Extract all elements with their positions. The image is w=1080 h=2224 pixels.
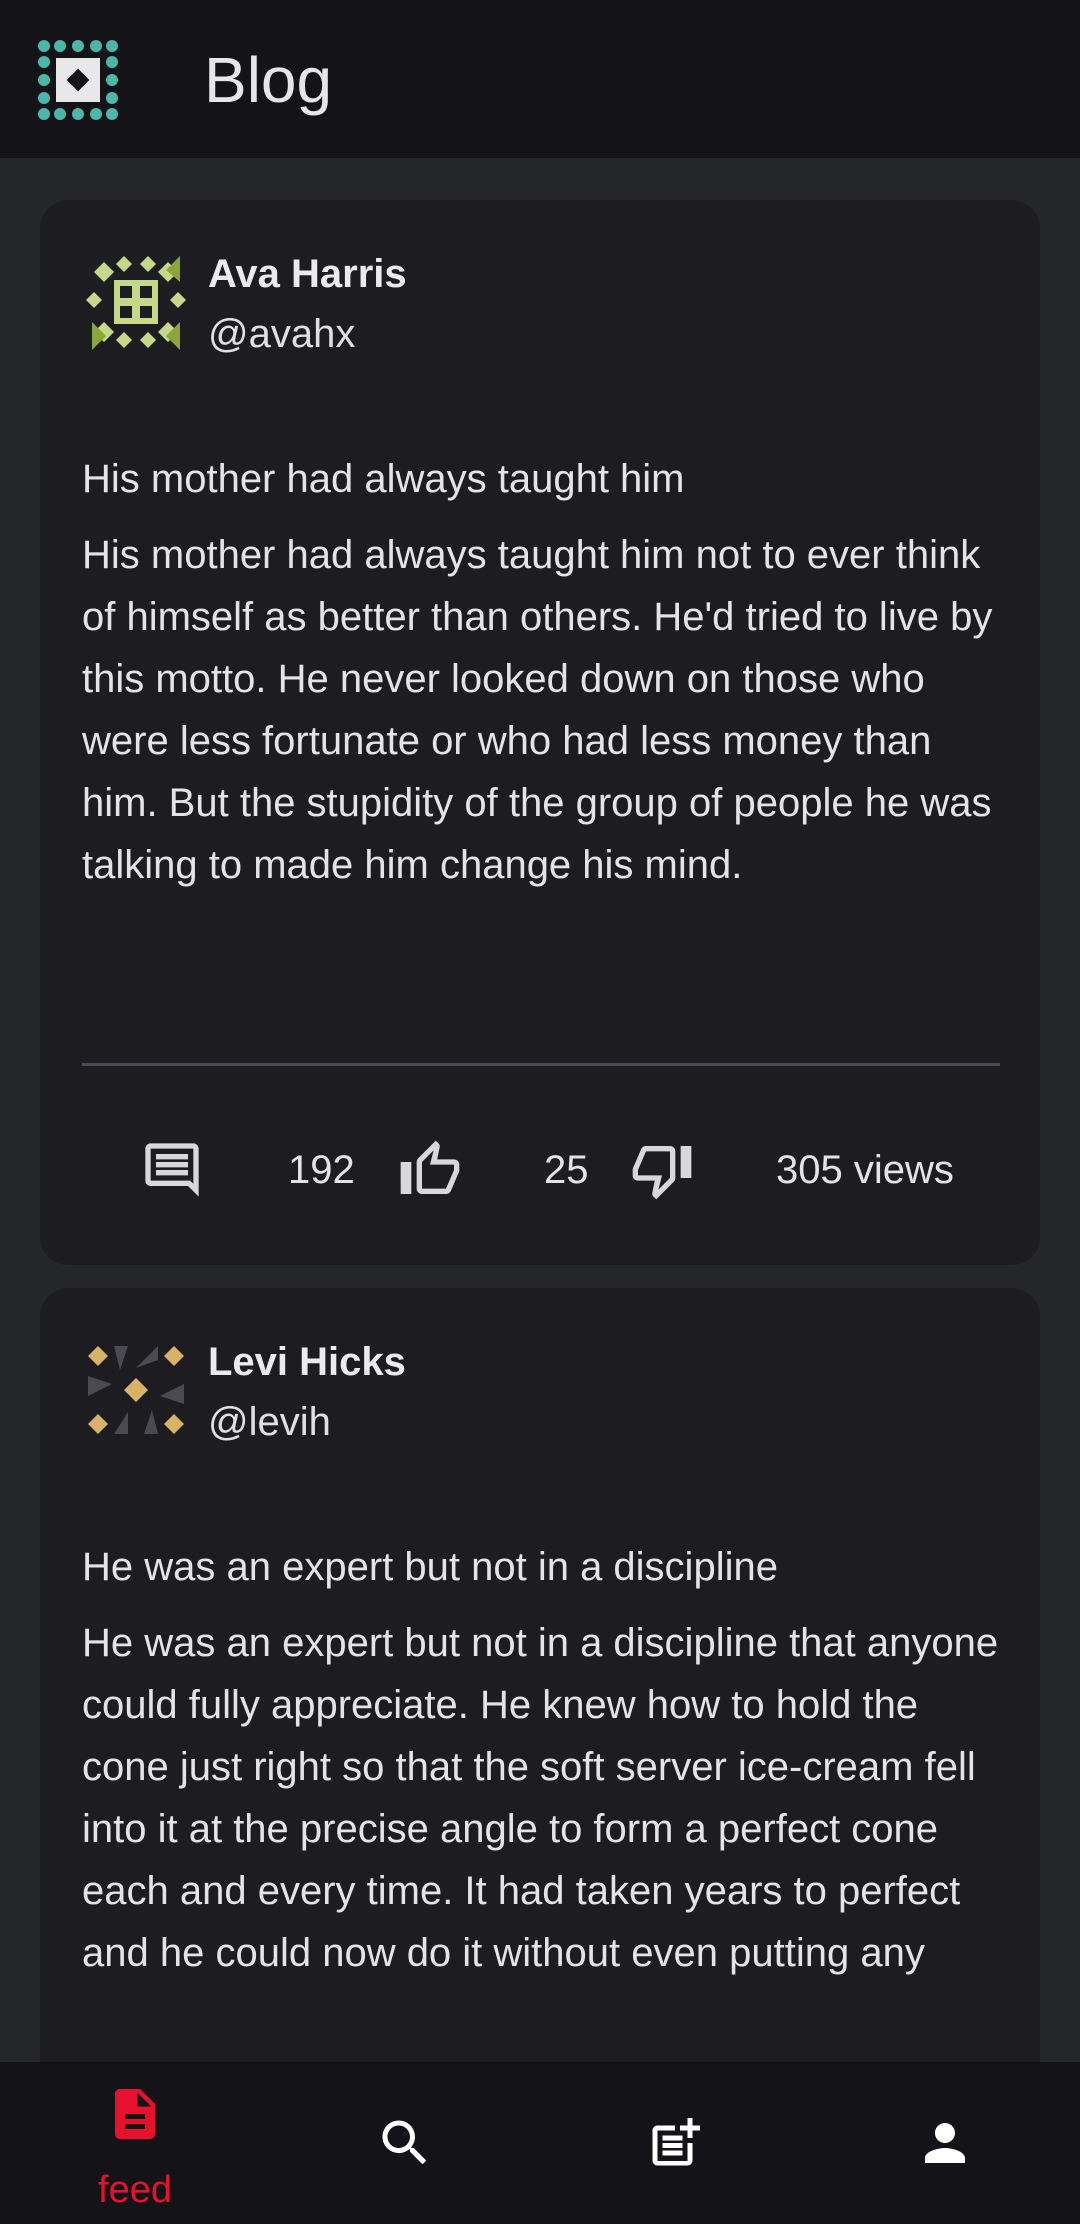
comment-icon[interactable] [140, 1138, 204, 1202]
nav-item-search[interactable] [270, 2062, 540, 2224]
author-avatar[interactable] [86, 252, 186, 352]
nav-label-feed: feed [98, 2169, 172, 2211]
author-name[interactable]: Ava Harris [208, 248, 407, 300]
post-actions: 192 25 305 views [40, 1130, 1040, 1210]
dislikes-count: 25 [544, 1148, 589, 1192]
divider [82, 1063, 1000, 1066]
post-card[interactable]: Levi Hicks @levih He was an expert but n… [40, 1288, 1040, 2062]
nav-item-profile[interactable] [810, 2062, 1080, 2224]
post-feed[interactable]: Ava Harris @avahx His mother had always … [0, 158, 1080, 2062]
app-logo-icon [38, 40, 118, 120]
profile-icon [925, 2123, 965, 2163]
post-body[interactable]: His mother had always taught him not to … [82, 524, 1002, 896]
thumb-down-icon[interactable] [630, 1138, 694, 1202]
likes-count: 192 [288, 1148, 355, 1192]
post-title[interactable]: His mother had always taught him [82, 452, 1002, 506]
bottom-navigation: feed [0, 2062, 1080, 2224]
nav-item-feed[interactable]: feed [0, 2062, 270, 2224]
author-name[interactable]: Levi Hicks [208, 1336, 406, 1388]
views-count: 305 views [776, 1148, 954, 1192]
feed-icon [115, 2089, 155, 2139]
app-title: Blog [204, 44, 333, 116]
thumb-up-icon[interactable] [398, 1138, 462, 1202]
search-icon [382, 2120, 427, 2165]
nav-item-new-post[interactable] [540, 2062, 810, 2224]
author-handle[interactable]: @avahx [208, 308, 355, 360]
new-post-icon [652, 2118, 700, 2166]
author-handle[interactable]: @levih [208, 1396, 331, 1448]
top-app-bar: Blog [0, 0, 1080, 158]
post-title[interactable]: He was an expert but not in a discipline [82, 1540, 1002, 1594]
author-avatar[interactable] [86, 1340, 186, 1440]
app-root: Blog Ava Harris @avahx His mother had al… [0, 0, 1080, 2224]
post-body[interactable]: He was an expert but not in a discipline… [82, 1612, 1002, 1984]
post-card[interactable]: Ava Harris @avahx His mother had always … [40, 200, 1040, 1265]
